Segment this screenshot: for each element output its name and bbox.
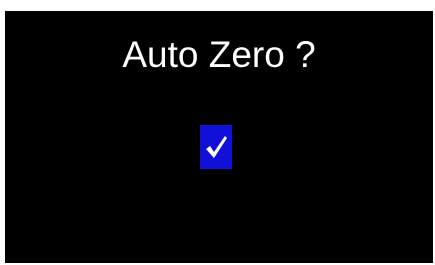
dialog-title: Auto Zero ? <box>122 34 316 75</box>
confirm-button[interactable] <box>200 125 232 169</box>
checkmark-icon <box>204 134 228 160</box>
auto-zero-dialog: Auto Zero ? <box>5 11 433 263</box>
